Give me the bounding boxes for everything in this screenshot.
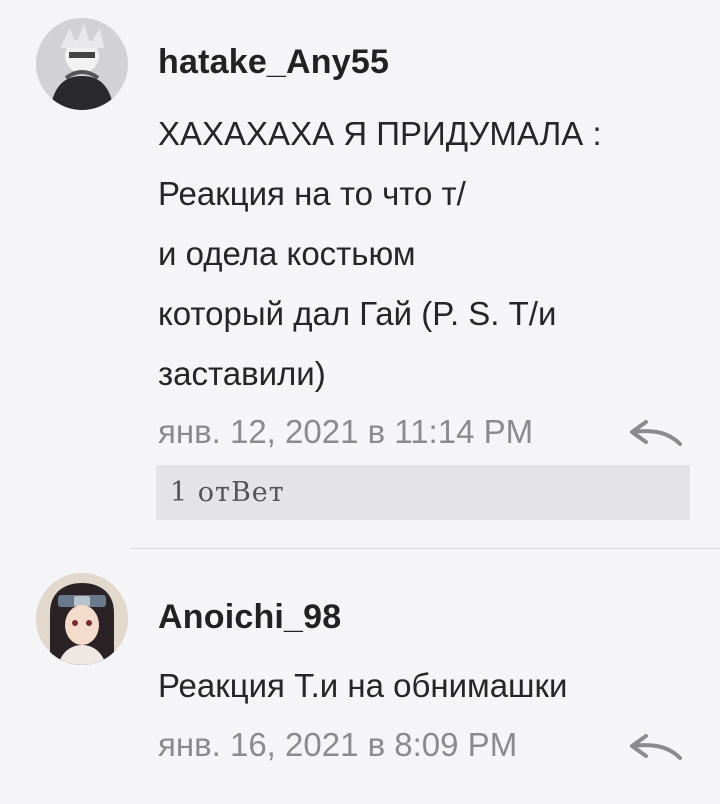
- replies-count-label: 1 отВет: [170, 477, 285, 508]
- comment: Anoichi_98 Реакция Т.и на обнимашки янв.…: [0, 550, 720, 804]
- comment-line: Реакция Т.и на обнимашки: [158, 667, 568, 704]
- comment-line: заставили): [158, 355, 326, 392]
- avatar[interactable]: [36, 18, 128, 110]
- comment-line: и одела костьюм: [158, 235, 416, 272]
- comment-line: который дал Гай (P. S. Т/и: [158, 295, 557, 332]
- reply-icon[interactable]: [628, 418, 682, 448]
- timestamp: янв. 16, 2021 в 8:09 PM: [158, 726, 518, 763]
- comment-text: Реакция Т.и на обнимашки: [158, 656, 567, 716]
- comment-text: ХАХАХАХА Я ПРИДУМАЛА : Реакция на то что…: [158, 104, 602, 404]
- view-replies-button[interactable]: 1 отВет: [156, 465, 690, 520]
- timestamp: янв. 12, 2021 в 11:14 PM: [158, 413, 534, 450]
- comment: hatake_Any55 ХАХАХАХА Я ПРИДУМАЛА : Реак…: [0, 0, 720, 548]
- username[interactable]: hatake_Any55: [158, 43, 389, 82]
- reply-icon[interactable]: [628, 732, 682, 762]
- username[interactable]: Anoichi_98: [158, 598, 341, 637]
- avatar[interactable]: [36, 573, 128, 665]
- comment-line: Реакция на то что т/: [158, 175, 466, 212]
- comment-line: ХАХАХАХА Я ПРИДУМАЛА :: [158, 115, 602, 152]
- divider: [130, 548, 720, 549]
